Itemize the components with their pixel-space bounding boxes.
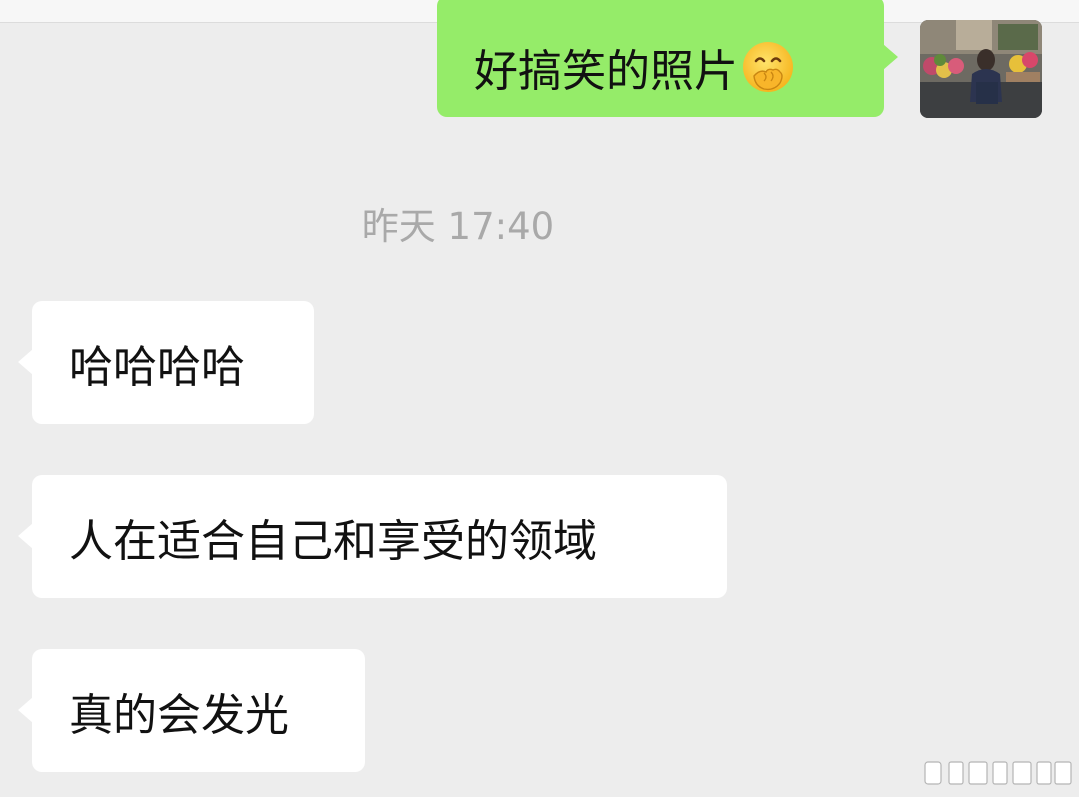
message-text: 真的会发光 — [69, 689, 289, 741]
incoming-message-bubble[interactable]: 真的会发光 — [18, 649, 365, 772]
message-text: 好搞笑的照片 — [474, 45, 738, 97]
avatar-photo — [920, 20, 1042, 118]
timestamp: 昨天 17:40 — [361, 205, 555, 248]
incoming-message-bubble[interactable]: 人在适合自己和享受的领域 — [18, 475, 727, 598]
avatar[interactable] — [920, 20, 1042, 118]
hand-over-mouth-emoji-icon — [743, 41, 793, 92]
message-text: 哈哈哈哈 — [69, 341, 245, 393]
watermark-logo — [924, 761, 1072, 785]
incoming-message-bubble[interactable]: 哈哈哈哈 — [18, 301, 314, 424]
outgoing-message-bubble[interactable]: 好搞笑的照片 — [437, 0, 898, 117]
message-text: 人在适合自己和享受的领域 — [69, 515, 597, 567]
